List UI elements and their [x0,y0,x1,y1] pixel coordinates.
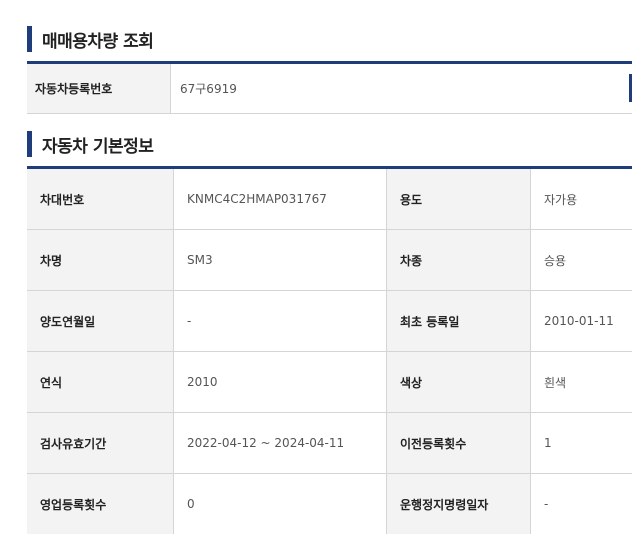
transfer-count-label: 이전등록횟수 [387,413,531,473]
table-row: 영업등록횟수 0 운행정지명령일자 - [27,474,632,534]
transfer-count-value: 1 [531,413,632,473]
inspection-period-value: 2022-04-12 ~ 2024-04-11 [174,413,387,473]
table-row: 검사유효기간 2022-04-12 ~ 2024-04-11 이전등록횟수 1 [27,413,632,474]
transfer-date-value: - [174,291,387,351]
color-value: 흰색 [531,352,632,412]
first-registration-label: 최초 등록일 [387,291,531,351]
table-row: 차대번호 KNMC4C2HMAP031767 용도 자가용 [27,169,632,230]
registration-number-table: 자동차등록번호 67구6919 [27,61,632,114]
suspension-order-date-value: - [531,474,632,534]
info-section-title: 자동차 기본정보 [42,136,154,157]
registration-number-label: 자동차등록번호 [27,64,171,113]
usage-label: 용도 [387,169,531,229]
usage-value: 자가용 [531,169,632,229]
vehicle-type-label: 차종 [387,230,531,290]
vehicle-info-table: 차대번호 KNMC4C2HMAP031767 용도 자가용 차명 SM3 차종 … [27,166,632,534]
suspension-order-date-label: 운행정지명령일자 [387,474,531,534]
first-registration-value: 2010-01-11 [531,291,632,351]
registration-number-value: 67구6919 [171,64,632,113]
heading-accent-bar [27,26,32,52]
info-section-heading: 자동차 기본정보 [27,131,154,157]
model-value: SM3 [174,230,387,290]
table-row: 양도연월일 - 최초 등록일 2010-01-11 [27,291,632,352]
business-registration-count-value: 0 [174,474,387,534]
inspection-period-label: 검사유효기간 [27,413,174,473]
search-section-heading: 매매용차량 조회 [27,26,154,52]
heading-accent-bar [27,131,32,157]
transfer-date-label: 양도연월일 [27,291,174,351]
color-label: 색상 [387,352,531,412]
search-section-title: 매매용차량 조회 [42,31,154,52]
vin-label: 차대번호 [27,169,174,229]
table-row: 차명 SM3 차종 승용 [27,230,632,291]
table-row: 연식 2010 색상 흰색 [27,352,632,413]
vin-value: KNMC4C2HMAP031767 [174,169,387,229]
model-year-label: 연식 [27,352,174,412]
model-label: 차명 [27,230,174,290]
business-registration-count-label: 영업등록횟수 [27,474,174,534]
vehicle-type-value: 승용 [531,230,632,290]
registration-number-text: 67구6919 [180,82,237,96]
model-year-value: 2010 [174,352,387,412]
